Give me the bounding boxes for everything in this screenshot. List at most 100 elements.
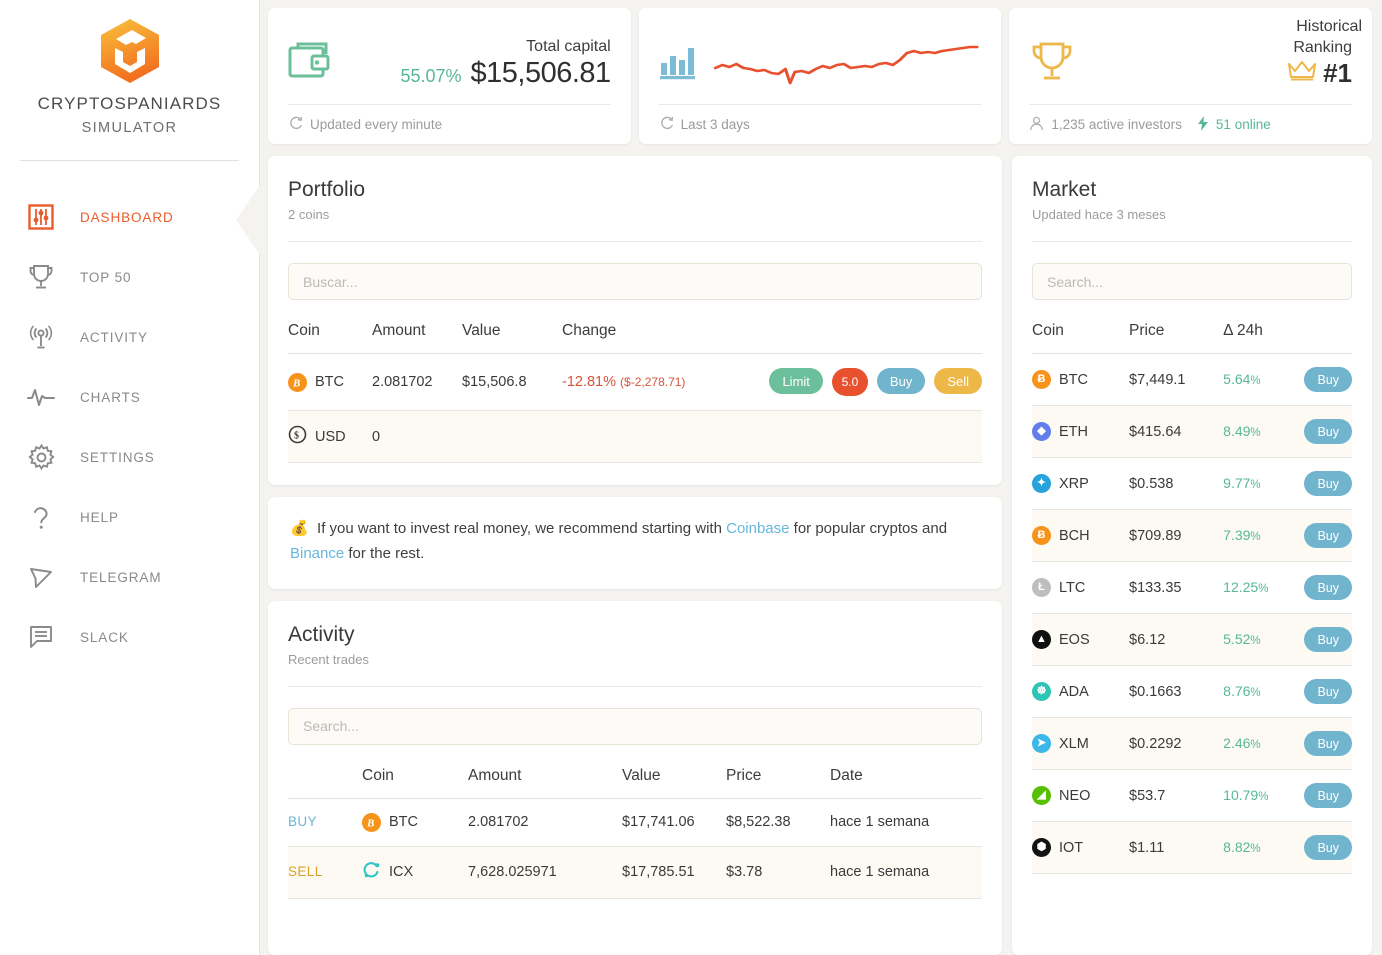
banner-text-1: If you want to invest real money, we rec… [317, 520, 727, 537]
cell-date: hace 1 semana [830, 798, 982, 847]
table-row[interactable]: ☸ ADA $0.1663 8.76% Buy [1032, 665, 1352, 718]
column-header-coin: Coin [362, 744, 468, 799]
sidebar: CRYPTOSPANIARDS SIMULATOR DASHBOARD TOP … [0, 0, 260, 955]
portfolio-search-input[interactable] [288, 263, 982, 300]
table-row[interactable]: ✦ XRP $0.538 9.77% Buy [1032, 457, 1352, 510]
column-header-value: Value [462, 300, 562, 354]
buy-button[interactable]: Buy [876, 368, 926, 394]
table-row[interactable]: ⬢ IOT $1.11 8.82% Buy [1032, 821, 1352, 874]
banner-text-3: for the rest. [344, 544, 425, 562]
sidebar-item-top50[interactable]: TOP 50 [0, 247, 259, 307]
market-buy-button[interactable]: Buy [1304, 575, 1352, 600]
market-search-input[interactable] [1032, 263, 1352, 300]
table-row[interactable]: ◆ ETH $415.64 8.49% Buy [1032, 405, 1352, 458]
cell-change: -12.81% ($-2,278.71) [562, 353, 717, 411]
market-buy-button[interactable]: Buy [1304, 679, 1352, 704]
activity-table: Coin Amount Value Price Date BUY B BTC 2… [288, 744, 982, 899]
ranking-value: #1 [1323, 57, 1353, 88]
market-buy-button[interactable]: Buy [1304, 471, 1352, 496]
table-row[interactable]: $ USD 0 [288, 410, 982, 463]
table-header-row: Coin Price Δ 24h [1032, 300, 1352, 354]
sidebar-item-charts[interactable]: CHARTS [0, 367, 259, 427]
question-icon [24, 500, 58, 534]
column-header-side [288, 744, 362, 799]
table-row[interactable]: ◢ NEO $53.7 10.79% Buy [1032, 769, 1352, 822]
btc-icon: B [362, 812, 381, 832]
activity-search-input[interactable] [288, 707, 982, 745]
market-buy-button[interactable]: Buy [1304, 523, 1352, 548]
cell-action: Buy [1304, 405, 1352, 458]
sidebar-item-help[interactable]: HELP [0, 487, 259, 547]
coin-symbol: BTC [1059, 371, 1088, 388]
cell-action: Buy [1304, 821, 1352, 874]
limit-button[interactable]: Limit [769, 368, 823, 394]
cell-action: Buy [1304, 561, 1352, 614]
coin-symbol: XLM [1059, 735, 1089, 752]
table-row[interactable]: ▲ EOS $6.12 5.52% Buy [1032, 613, 1352, 666]
sell-button[interactable]: Sell [934, 368, 982, 394]
xlm-icon: ➤ [1032, 734, 1051, 753]
leverage-button[interactable]: 5.0 [831, 368, 868, 396]
table-row[interactable]: Ł LTC $133.35 12.25% Buy [1032, 561, 1352, 614]
column-header-price: Price [726, 744, 830, 799]
sidebar-item-slack[interactable]: SLACK [0, 607, 259, 667]
sidebar-item-activity[interactable]: ACTIVITY [0, 307, 259, 367]
column-header-coin: Coin [1032, 300, 1130, 354]
recommendation-banner: 💰 If you want to invest real money, we r… [268, 497, 1002, 589]
market-buy-button[interactable]: Buy [1304, 731, 1352, 756]
coin-symbol: ETH [1059, 423, 1088, 440]
cell-amount: 7,628.025971 [468, 846, 622, 899]
coinbase-link[interactable]: Coinbase [726, 520, 789, 537]
cell-change-24h: 8.76% [1223, 665, 1305, 718]
sliders-icon [24, 200, 58, 234]
card-title: Ranking [1293, 39, 1353, 57]
activity-subtitle: Recent trades [288, 651, 369, 667]
table-row[interactable]: ➤ XLM $0.2292 2.46% Buy [1032, 717, 1352, 770]
cell-price: $0.1663 [1129, 665, 1224, 718]
cell-action: Buy [1304, 769, 1352, 822]
sidebar-item-dashboard[interactable]: DASHBOARD [0, 187, 259, 247]
cell-change-24h: 2.46% [1223, 717, 1305, 770]
cell-value [462, 410, 562, 463]
market-buy-button[interactable]: Buy [1304, 367, 1352, 392]
cell-change-24h: 10.79% [1223, 769, 1305, 822]
binance-link[interactable]: Binance [290, 545, 344, 562]
user-icon [1029, 116, 1044, 134]
column-header-actions [716, 300, 982, 354]
table-row[interactable]: BUY B BTC 2.081702 $17,741.06 $8,522.38 … [288, 798, 982, 847]
main-content: Total capital 55.07% $15,506.81 Updated … [260, 0, 1382, 955]
column-header-amount: Amount [468, 744, 622, 799]
page-title: Portfolio [288, 178, 366, 201]
trophy-icon [24, 260, 58, 294]
refresh-icon [659, 116, 674, 134]
card-footer: Updated every minute [288, 104, 611, 144]
cell-price: $0.2292 [1129, 717, 1224, 770]
sidebar-item-settings[interactable]: SETTINGS [0, 427, 259, 487]
cell-coin: $ USD [288, 410, 372, 463]
market-buy-button[interactable]: Buy [1304, 419, 1352, 444]
sidebar-item-telegram[interactable]: TELEGRAM [0, 547, 259, 607]
icx-icon [362, 861, 381, 884]
banner-text-2: for popular cryptos and [789, 520, 948, 537]
cell-actions: Limit 5.0 Buy Sell [716, 353, 982, 411]
market-buy-button[interactable]: Buy [1304, 627, 1352, 652]
broadcast-icon [24, 320, 58, 354]
cell-coin: Ł LTC [1032, 561, 1130, 614]
market-buy-button[interactable]: Buy [1304, 835, 1352, 860]
usd-icon: $ [288, 425, 307, 448]
table-row[interactable]: B BTC 2.081702 $15,506.8 -12.81% ($-2,27… [288, 353, 982, 411]
table-row[interactable]: Ƀ BTC $7,449.1 5.64% Buy [1032, 353, 1352, 406]
cell-price: $0.538 [1129, 457, 1224, 510]
cell-action: Buy [1304, 613, 1352, 666]
sidebar-item-label: CHARTS [80, 389, 141, 405]
active-indicator-notch [234, 185, 260, 255]
table-row[interactable]: SELL ICX 7,628.025971 $17,785.51 $3.78 h… [288, 846, 982, 899]
cell-action: Buy [1304, 457, 1352, 510]
brand: CRYPTOSPANIARDS SIMULATOR [0, 14, 259, 136]
sidebar-item-label: DASHBOARD [80, 209, 174, 225]
ltc-icon: Ł [1032, 578, 1051, 597]
cell-amount: 2.081702 [372, 353, 462, 411]
market-buy-button[interactable]: Buy [1304, 783, 1352, 808]
table-row[interactable]: Ƀ BCH $709.89 7.39% Buy [1032, 509, 1352, 562]
cell-coin: ◢ NEO [1032, 769, 1130, 822]
